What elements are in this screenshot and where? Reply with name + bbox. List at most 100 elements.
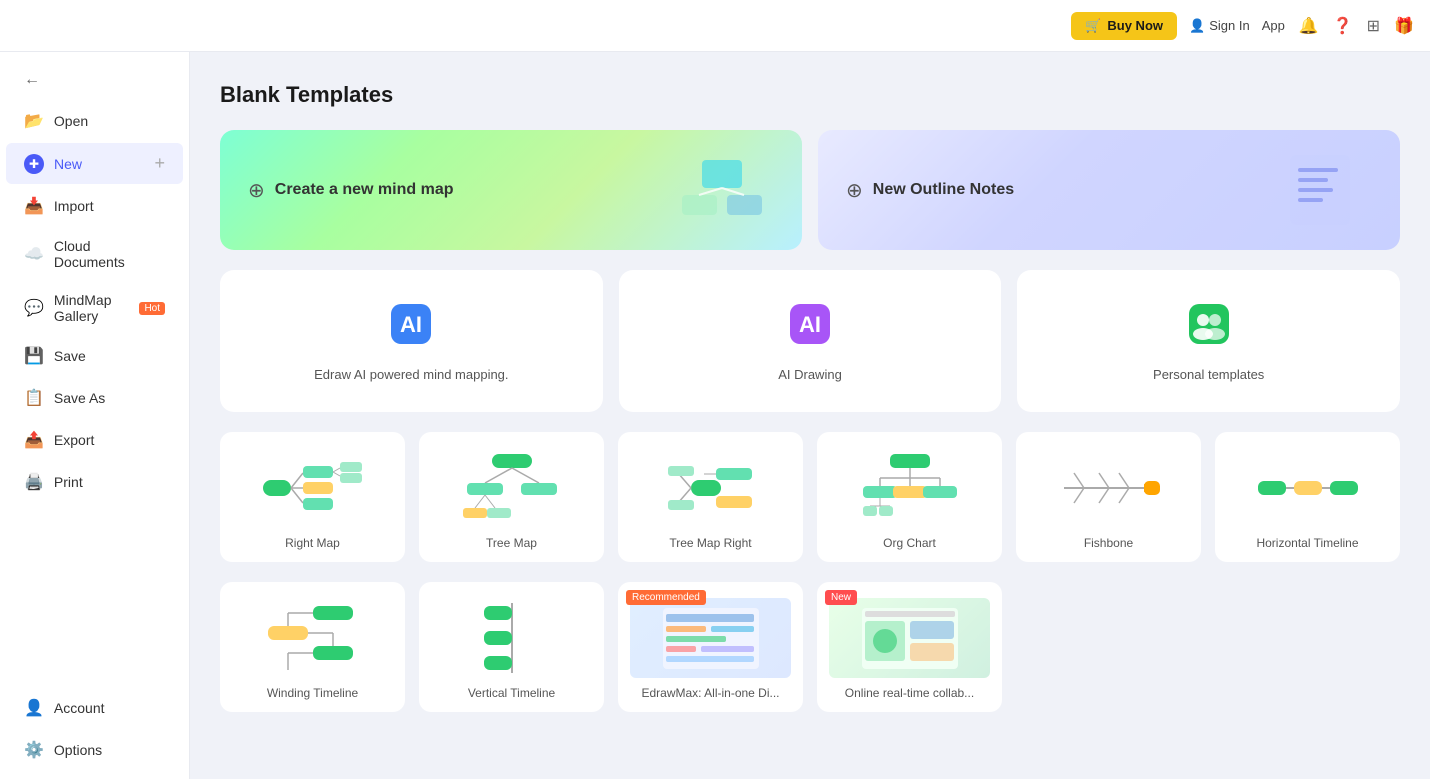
personal-templates-label: Personal templates (1153, 367, 1264, 382)
sidebar-item-import[interactable]: 📥 Import (6, 186, 183, 226)
sidebar-label-open: Open (54, 113, 88, 129)
sidebar-item-options[interactable]: ⚙️ Options (6, 730, 183, 770)
saveas-icon: 📋 (24, 388, 44, 408)
create-mind-map-card[interactable]: ⊕ Create a new mind map (220, 130, 802, 250)
right-map-label: Right Map (285, 536, 340, 550)
tree-map-right-visual (630, 448, 791, 528)
sidebar-label-import: Import (54, 198, 94, 214)
svg-text:AI: AI (400, 312, 422, 337)
ai-mindmap-icon: AI (387, 300, 435, 357)
plus-outline-icon: ⊕ (846, 178, 863, 203)
cloud-icon: ☁️ (24, 244, 44, 264)
template-winding-timeline[interactable]: Winding Timeline (220, 582, 405, 712)
recommended-badge: Recommended (626, 590, 706, 605)
ai-mindmap-label: Edraw AI powered mind mapping. (314, 367, 508, 382)
hot-badge: Hot (139, 302, 165, 315)
sidebar-item-saveas[interactable]: 📋 Save As (6, 378, 183, 418)
template-tree-map[interactable]: Tree Map (419, 432, 604, 562)
topbar: 🛒 Buy Now 👤 Sign In App 🔔 ❓ ⊞ 🎁 (0, 0, 1430, 52)
hero-illustration-mindmap (672, 140, 772, 245)
app-label[interactable]: App (1262, 18, 1285, 33)
template-org-chart[interactable]: Org Chart (817, 432, 1002, 562)
topbar-icons: App 🔔 ❓ ⊞ 🎁 (1262, 16, 1414, 36)
sidebar-label-save: Save (54, 348, 86, 364)
template-fishbone[interactable]: Fishbone (1016, 432, 1201, 562)
tree-map-visual (431, 448, 592, 528)
bell-icon[interactable]: 🔔 (1299, 16, 1319, 36)
template-edrawmax[interactable]: Recommended EdrawMax: All-in-one Di... (618, 582, 803, 712)
back-button[interactable]: ← (6, 61, 183, 99)
sidebar-item-save[interactable]: 💾 Save (6, 336, 183, 376)
template-right-map[interactable]: Right Map (220, 432, 405, 562)
h-timeline-visual (1227, 448, 1388, 528)
template-vertical-timeline[interactable]: Vertical Timeline (419, 582, 604, 712)
feature-row: AI Edraw AI powered mind mapping. AI AI … (220, 270, 1400, 412)
tree-map-right-label: Tree Map Right (669, 536, 751, 550)
org-chart-label: Org Chart (883, 536, 936, 550)
sidebar-label-saveas: Save As (54, 390, 105, 406)
template-tree-map-right[interactable]: Tree Map Right (618, 432, 803, 562)
sidebar-label-new: New (54, 156, 82, 172)
sidebar-item-new[interactable]: ✚ New + (6, 143, 183, 184)
collab-visual (829, 598, 990, 678)
vertical-timeline-label: Vertical Timeline (468, 686, 555, 700)
new-outline-card[interactable]: ⊕ New Outline Notes (818, 130, 1400, 250)
org-chart-visual (829, 448, 990, 528)
edrawmax-label: EdrawMax: All-in-one Di... (641, 686, 779, 700)
gift-icon[interactable]: 🎁 (1394, 16, 1414, 36)
buy-now-button[interactable]: 🛒 Buy Now (1071, 12, 1177, 40)
help-icon[interactable]: ❓ (1333, 16, 1353, 36)
tree-map-label: Tree Map (486, 536, 537, 550)
back-icon: ← (24, 71, 40, 89)
save-icon: 💾 (24, 346, 44, 366)
sign-in-button[interactable]: 👤 Sign In (1189, 18, 1250, 34)
template-grid-row1: Right Map Tre (220, 432, 1400, 562)
sidebar: ← 📂 Open ✚ New + 📥 Import ☁️ Cloud Docum… (0, 52, 190, 779)
collab-label: Online real-time collab... (845, 686, 974, 700)
sidebar-label-gallery: MindMap Gallery (54, 292, 126, 324)
options-icon: ⚙️ (24, 740, 44, 760)
sidebar-item-gallery[interactable]: 💬 MindMap Gallery Hot (6, 282, 183, 334)
new-outline-label: New Outline Notes (873, 181, 1014, 199)
hero-illustration-outline (1270, 140, 1370, 245)
sidebar-label-account: Account (54, 700, 105, 716)
new-badge: New (825, 590, 857, 605)
sidebar-label-options: Options (54, 742, 102, 758)
ai-drawing-card[interactable]: AI AI Drawing (619, 270, 1002, 412)
sidebar-item-export[interactable]: 📤 Export (6, 420, 183, 460)
template-grid-row2: Winding Timeline Vertical Timeline Recom… (220, 582, 1400, 712)
grid-icon[interactable]: ⊞ (1367, 16, 1380, 36)
app-layout: ← 📂 Open ✚ New + 📥 Import ☁️ Cloud Docum… (0, 52, 1430, 779)
h-timeline-label: Horizontal Timeline (1256, 536, 1358, 550)
sidebar-item-account[interactable]: 👤 Account (6, 688, 183, 728)
open-icon: 📂 (24, 111, 44, 131)
main-content: Blank Templates ⊕ Create a new mind map (190, 52, 1430, 779)
plus-circle-icon: ⊕ (248, 178, 265, 203)
vertical-timeline-visual (431, 598, 592, 678)
print-icon: 🖨️ (24, 472, 44, 492)
page-title: Blank Templates (220, 82, 1400, 108)
template-online-collab[interactable]: New Online real-time collab... (817, 582, 1002, 712)
sidebar-item-print[interactable]: 🖨️ Print (6, 462, 183, 502)
template-horizontal-timeline[interactable]: Horizontal Timeline (1215, 432, 1400, 562)
sidebar-item-cloud[interactable]: ☁️ Cloud Documents (6, 228, 183, 280)
sidebar-label-print: Print (54, 474, 83, 490)
ai-drawing-icon: AI (786, 300, 834, 357)
new-circle-icon: ✚ (24, 154, 44, 174)
edrawmax-visual (630, 598, 791, 678)
personal-templates-card[interactable]: Personal templates (1017, 270, 1400, 412)
svg-text:AI: AI (799, 312, 821, 337)
ai-mindmap-card[interactable]: AI Edraw AI powered mind mapping. (220, 270, 603, 412)
sidebar-label-export: Export (54, 432, 94, 448)
export-icon: 📤 (24, 430, 44, 450)
hero-row: ⊕ Create a new mind map ⊕ New Outline No… (220, 130, 1400, 250)
plus-icon[interactable]: + (154, 153, 165, 174)
winding-timeline-label: Winding Timeline (267, 686, 358, 700)
right-map-visual (232, 448, 393, 528)
sidebar-item-open[interactable]: 📂 Open (6, 101, 183, 141)
winding-visual (232, 598, 393, 678)
fishbone-label: Fishbone (1084, 536, 1133, 550)
sidebar-label-cloud: Cloud Documents (54, 238, 165, 270)
create-mind-map-label: Create a new mind map (275, 181, 454, 199)
account-icon: 👤 (24, 698, 44, 718)
